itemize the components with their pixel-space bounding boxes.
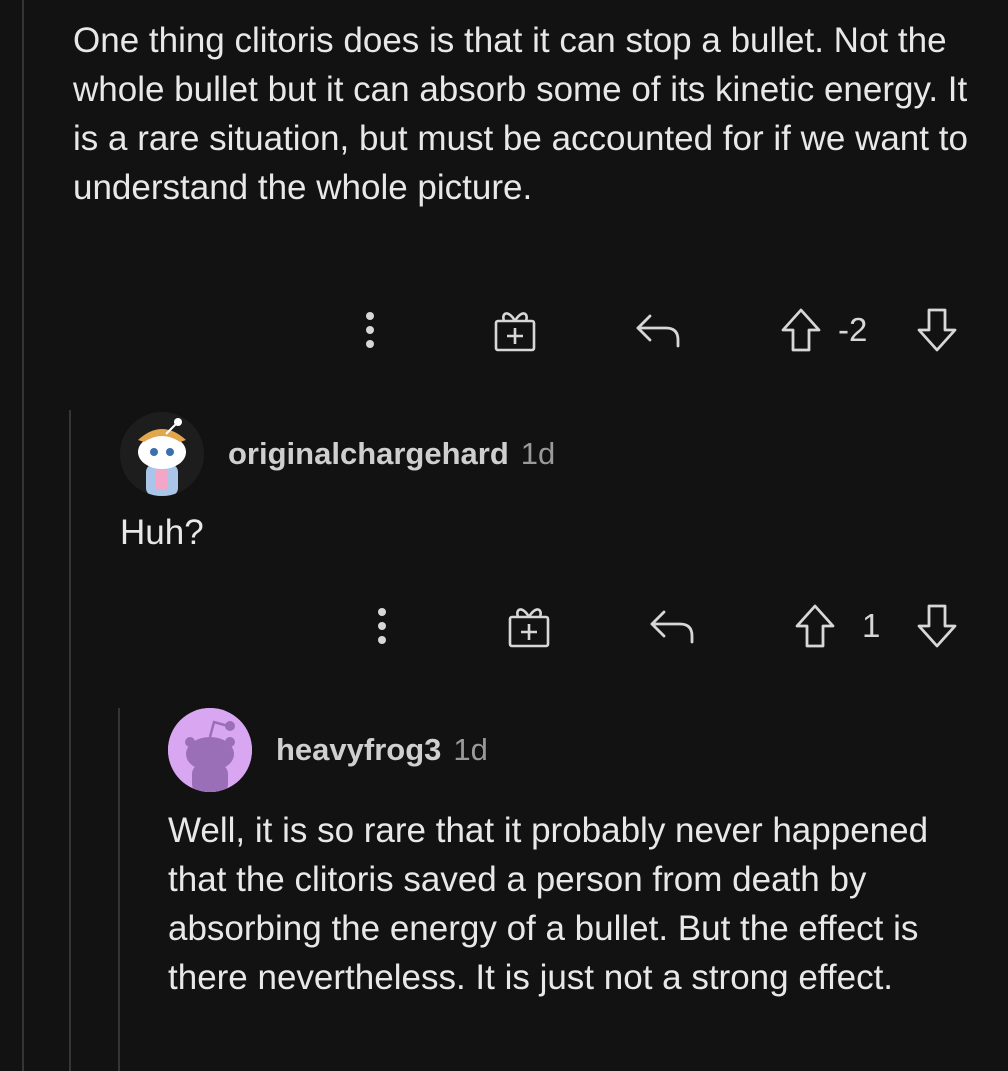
upvote-icon: [781, 308, 821, 352]
comment-reply-1-actions: 1: [0, 596, 1008, 656]
downvote-button[interactable]: [912, 600, 962, 652]
more-vertical-icon: [378, 608, 386, 644]
comment-body: Well, it is so rare that it probably nev…: [168, 811, 929, 997]
more-options-button[interactable]: [362, 602, 402, 650]
downvote-button[interactable]: [912, 304, 962, 356]
reply-icon: [636, 314, 680, 348]
thread-line-level-2: [118, 708, 120, 1071]
username[interactable]: originalchargehard: [228, 436, 509, 472]
upvote-icon: [795, 604, 835, 648]
comment-top: One thing clitoris does is that it can s…: [73, 16, 988, 212]
upvote-button[interactable]: [790, 600, 840, 652]
comment-body: One thing clitoris does is that it can s…: [73, 21, 968, 207]
more-vertical-icon: [366, 312, 374, 348]
thread-line-level-1: [69, 410, 71, 1071]
username[interactable]: heavyfrog3: [276, 732, 441, 768]
comment-age: 1d: [520, 436, 556, 471]
user-avatar[interactable]: [168, 708, 252, 792]
gift-icon: [508, 608, 550, 648]
upvote-button[interactable]: [776, 304, 826, 356]
comment-body: Huh?: [120, 513, 204, 552]
award-button[interactable]: [488, 304, 542, 356]
reply-icon: [650, 610, 694, 644]
downvote-icon: [917, 604, 957, 648]
snoo-avatar-icon: [120, 412, 204, 496]
award-button[interactable]: [502, 600, 556, 652]
vote-score: -2: [838, 311, 868, 348]
reply-button[interactable]: [630, 306, 684, 354]
more-options-button[interactable]: [350, 306, 390, 354]
comment-age: 1d: [453, 732, 488, 767]
downvote-icon: [917, 308, 957, 352]
gift-icon: [494, 312, 536, 352]
comment-top-actions: -2: [0, 300, 1008, 360]
reply-button[interactable]: [644, 602, 698, 650]
snoo-avatar-icon: [168, 708, 252, 792]
user-avatar[interactable]: [120, 412, 204, 496]
vote-score: 1: [862, 607, 881, 644]
thread-line-root: [22, 0, 24, 1071]
